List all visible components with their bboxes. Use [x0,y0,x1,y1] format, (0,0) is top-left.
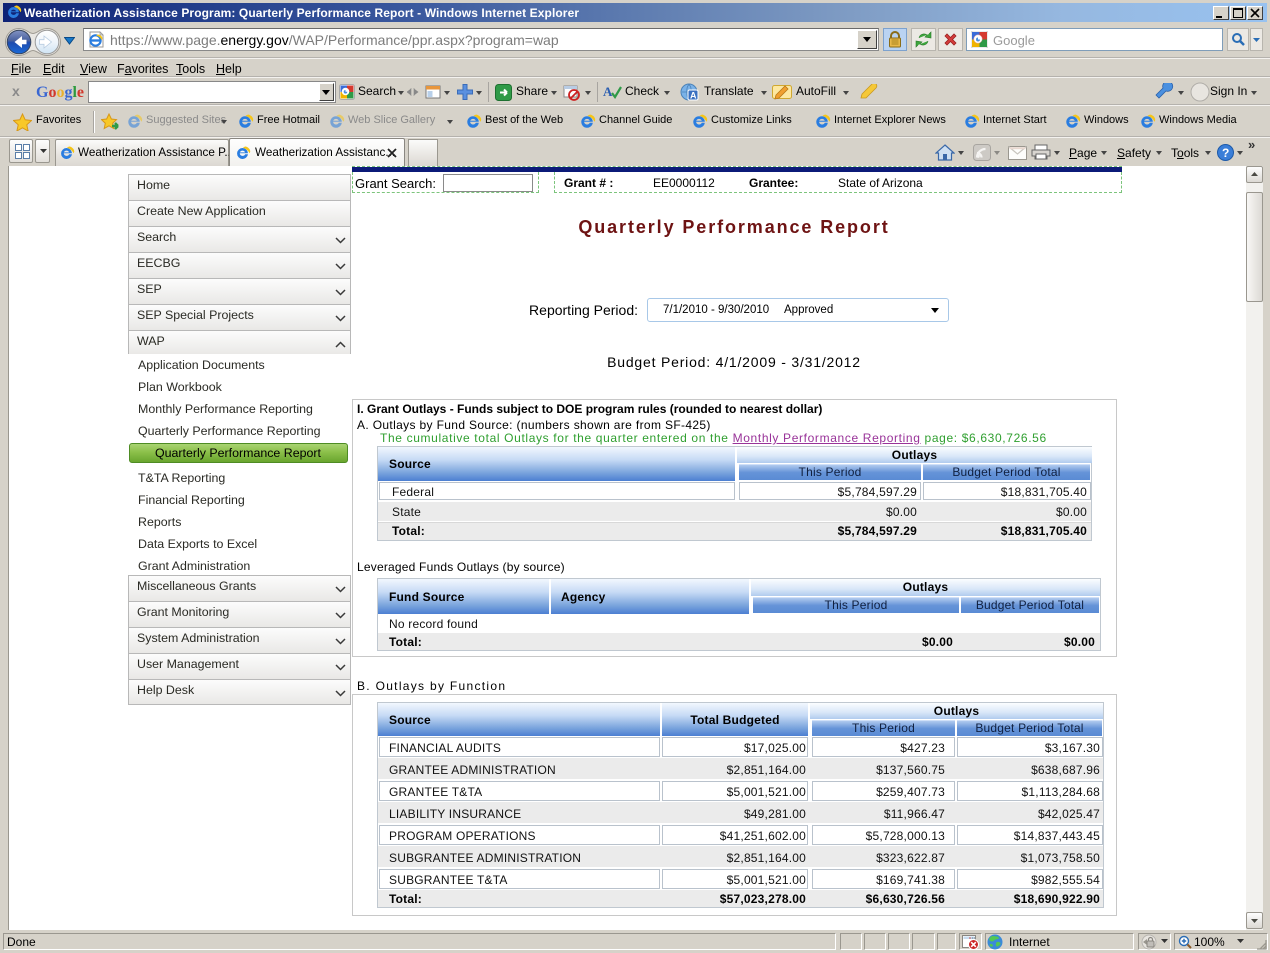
svg-text:A: A [690,91,697,101]
svg-text:A: A [603,84,613,99]
svg-text:?: ? [1222,146,1229,160]
